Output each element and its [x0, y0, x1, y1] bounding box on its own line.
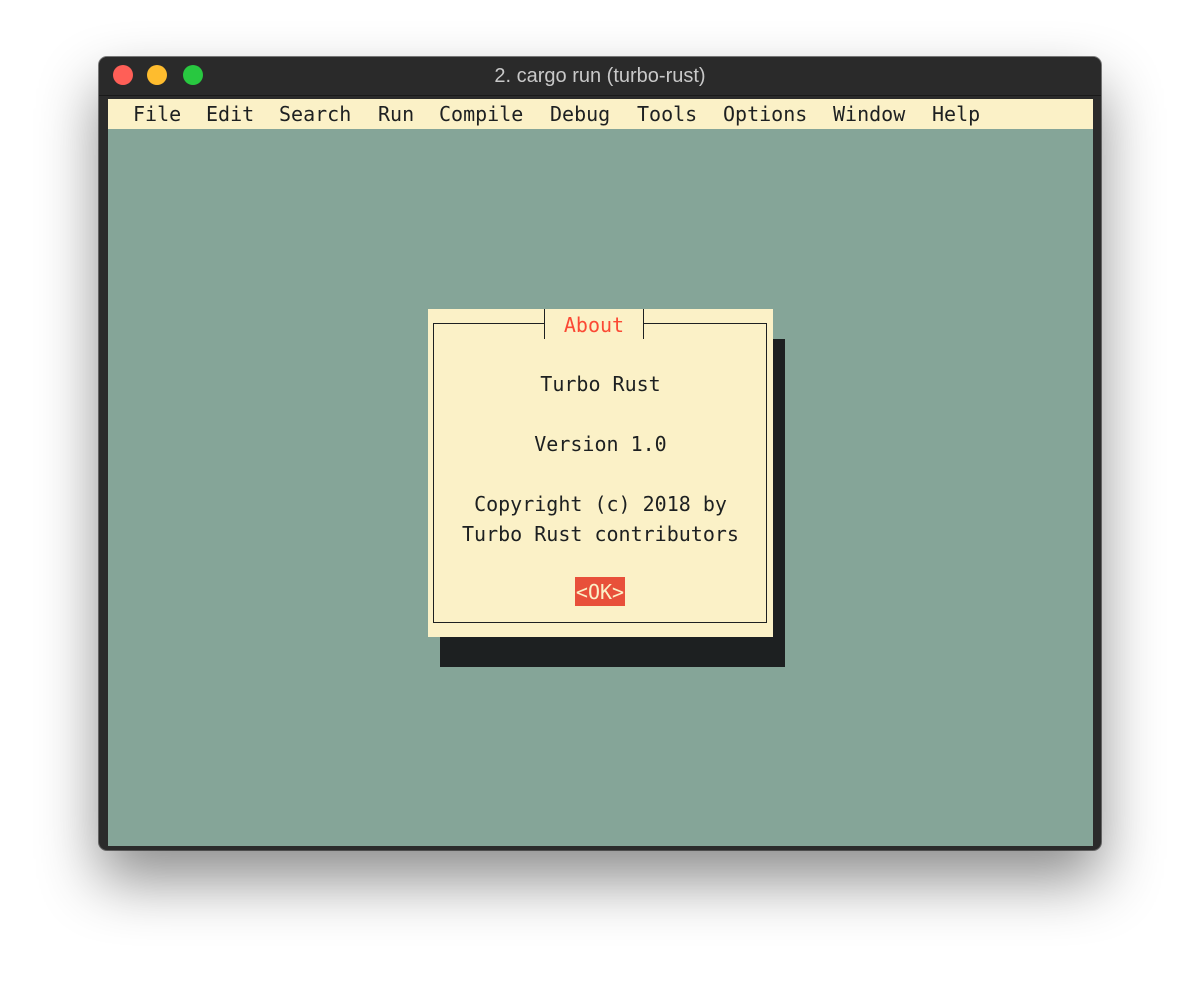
ok-button[interactable]: <OK>: [575, 577, 625, 606]
title-bar[interactable]: 2. cargo run (turbo-rust): [99, 57, 1101, 96]
about-dialog: About Turbo Rust Version 1.0 Copyright (…: [428, 309, 773, 637]
menu-edit[interactable]: Edit: [206, 99, 254, 129]
app-name: Turbo Rust: [540, 372, 661, 396]
menu-debug[interactable]: Debug: [550, 99, 610, 129]
menu-run[interactable]: Run: [378, 99, 414, 129]
menu-compile[interactable]: Compile: [439, 99, 523, 129]
terminal-screen: File Edit Search Run Compile Debug Tools…: [108, 99, 1093, 846]
terminal-window: 2. cargo run (turbo-rust) File Edit Sear…: [99, 57, 1101, 850]
copyright-line-1: Copyright (c) 2018 by: [474, 492, 727, 516]
copyright-line-2: Turbo Rust contributors: [462, 522, 739, 546]
menu-options[interactable]: Options: [723, 99, 807, 129]
menu-file[interactable]: File: [133, 99, 181, 129]
menu-help[interactable]: Help: [932, 99, 980, 129]
window-title: 2. cargo run (turbo-rust): [494, 65, 706, 87]
menu-search[interactable]: Search: [279, 99, 351, 129]
dialog-title: About: [544, 309, 644, 339]
menu-tools[interactable]: Tools: [637, 99, 697, 129]
menu-bar: File Edit Search Run Compile Debug Tools…: [108, 99, 1093, 129]
menu-window[interactable]: Window: [833, 99, 905, 129]
version-text: Version 1.0: [534, 432, 667, 456]
